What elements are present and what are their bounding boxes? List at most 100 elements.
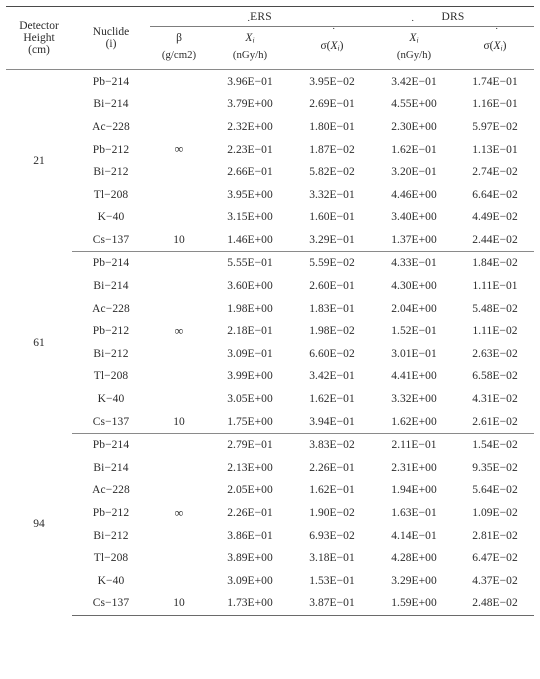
beta-value xyxy=(150,433,208,456)
nuclide-name: Bi−212 xyxy=(93,166,129,179)
beta-value xyxy=(150,252,208,275)
drs-dose-rate-value: 1.59E+00 xyxy=(372,592,456,616)
beta-value: ∞ xyxy=(174,323,184,338)
beta-value xyxy=(150,570,208,593)
beta-symbol: β xyxy=(176,32,182,44)
drs-rate-variable: X xyxy=(409,32,417,44)
drs-sigma-value: 1.13E−01 xyxy=(472,143,518,156)
ers-dose-rate-value: 5.55E−01 xyxy=(227,257,273,270)
ers-sigma-prefix: σ( xyxy=(320,40,331,53)
table-row: Cs−137 10 1.46E+00 3.29E−01 1.37E+00 2.44E−02 xyxy=(6,228,535,253)
drs-sigma-value: 4.49E−02 xyxy=(472,211,518,224)
ers-rate-symbol: ˙ Xi xyxy=(245,18,255,45)
ers-rate-variable: X xyxy=(245,32,253,44)
beta-value xyxy=(150,524,208,547)
beta-value xyxy=(150,365,208,388)
ers-dose-rate-value: 2.66E−01 xyxy=(227,166,273,179)
drs-rate-symbol: ˙ Xi xyxy=(409,18,419,45)
column-header-nuclide: Nuclide (i) xyxy=(72,7,150,70)
beta-value: 10 xyxy=(150,228,208,253)
drs-dose-rate-value: 3.29E+00 xyxy=(391,574,437,587)
nuclide-name: Bi−214 xyxy=(93,98,129,111)
column-header-ers-dose-rate: ˙ Xi (nGy/h) xyxy=(208,18,292,70)
table-row: Bi−214 2.13E+00 2.26E−01 2.31E+00 9.35E−02 xyxy=(6,457,534,480)
beta-value xyxy=(150,206,208,229)
table-row: Tl−208 3.99E+00 3.42E−01 4.41E+00 6.58E−02 xyxy=(6,365,534,388)
ers-sigma-value: 1.83E−01 xyxy=(309,302,355,315)
ers-sigma-value: 3.32E−01 xyxy=(309,188,355,201)
ers-sigma-value: 1.87E−02 xyxy=(309,143,355,156)
drs-sigma-variable: X xyxy=(493,40,501,53)
table-row: 94 Pb−214 2.79E−01 3.83E−02 2.11E−01 1.54E−02 xyxy=(6,433,534,530)
table-row: Tl−208 3.89E+00 3.18E−01 4.28E+00 6.47E−02 xyxy=(6,547,534,570)
drs-dose-rate-value: 4.55E+00 xyxy=(391,98,437,111)
drs-sigma-value: 1.11E−01 xyxy=(472,280,518,293)
ers-dose-rate-value: 1.73E+00 xyxy=(208,592,292,616)
drs-dose-rate-value: 2.30E+00 xyxy=(391,120,437,133)
beta-value: 10 xyxy=(150,410,208,434)
ers-dose-rate-value: 2.32E+00 xyxy=(227,120,273,133)
ers-sigma-value: 6.60E−02 xyxy=(309,347,355,360)
detector-height-value: 61 xyxy=(33,336,45,349)
ers-dose-rate-value: 1.75E+00 xyxy=(208,410,292,434)
nuclide-name: Bi−214 xyxy=(93,461,129,474)
drs-dose-rate-value: 1.63E−01 xyxy=(391,507,437,520)
column-header-drs-dose-rate: ˙ Xi (nGy/h) xyxy=(372,18,456,70)
ers-sigma-value: 1.80E−01 xyxy=(309,120,355,133)
ers-dose-rate-value: 2.26E−01 xyxy=(227,507,273,520)
column-group-header-ers: ERS xyxy=(150,6,372,27)
drs-dose-rate-value: 4.28E+00 xyxy=(391,552,437,565)
table-row: Tl−208 3.95E+00 3.32E−01 4.46E+00 6.64E−02 xyxy=(6,183,534,206)
ers-sigma-value: 3.94E−01 xyxy=(292,410,372,434)
table-row: 61 Pb−214 5.55E−01 5.59E−02 4.33E−01 1.84E−02 xyxy=(6,252,534,348)
beta-value xyxy=(150,116,208,139)
drs-sigma-value: 2.44E−02 xyxy=(456,228,535,253)
drs-sigma-value: 1.09E−02 xyxy=(472,507,518,520)
detector-height-value: 21 xyxy=(33,155,45,168)
drs-sigma-expression: σ(˙ Xi) xyxy=(483,26,507,53)
table-header: Detector Height (cm) Nuclide (i) ERS DRS… xyxy=(6,6,535,70)
drs-sigma-value: 9.35E−02 xyxy=(472,461,518,474)
ers-sigma-value: 2.26E−01 xyxy=(309,461,355,474)
ers-sigma-value: 5.82E−02 xyxy=(309,166,355,179)
ers-sigma-value: 2.69E−01 xyxy=(309,98,355,111)
nuclide-name: Tl−208 xyxy=(93,552,129,565)
nuclide-line-2: (i) xyxy=(105,38,117,51)
column-header-drs-sigma: σ(˙ Xi) xyxy=(456,27,534,70)
ers-dose-rate-value: 3.09E+00 xyxy=(227,574,273,587)
ers-dose-rate-value: 2.18E−01 xyxy=(227,325,273,338)
ers-dose-rate-value: 3.05E+00 xyxy=(227,393,273,406)
drs-sigma-value: 5.48E−02 xyxy=(472,302,518,315)
ers-dose-rate-value: 2.79E−01 xyxy=(227,439,273,452)
beta-unit: (g/cm2) xyxy=(161,49,197,62)
drs-dose-rate-value: 1.62E−01 xyxy=(391,143,437,156)
ers-sigma-value: 3.42E−01 xyxy=(309,370,355,383)
header-group-row: Detector Height (cm) Nuclide (i) ERS DRS xyxy=(6,6,535,56)
ers-rate-unit: (nGy/h) xyxy=(232,49,268,62)
detector-height-line-2: Height xyxy=(23,32,55,45)
drs-sigma-value: 1.84E−02 xyxy=(472,257,518,270)
ers-sigma-value: 1.98E−02 xyxy=(309,325,355,338)
drs-dose-rate-value: 2.11E−01 xyxy=(391,439,437,452)
ers-sigma-value: 1.62E−01 xyxy=(309,484,355,497)
drs-sigma-value: 6.47E−02 xyxy=(472,552,518,565)
table-row: Cs−137 10 1.73E+00 3.87E−01 1.59E+00 2.48E−02 xyxy=(6,592,535,616)
drs-dose-rate-value: 1.62E+00 xyxy=(372,410,456,434)
drs-dose-rate-value: 4.30E+00 xyxy=(391,280,437,293)
ers-sigma-value: 3.29E−01 xyxy=(292,228,372,253)
drs-rate-subscript: i xyxy=(416,35,419,45)
nuclide-name: K−40 xyxy=(97,574,125,587)
drs-sigma-value: 5.97E−02 xyxy=(472,120,518,133)
drs-sigma-value: 1.11E−02 xyxy=(472,325,518,338)
ers-dose-rate-value: 3.96E−01 xyxy=(227,75,273,88)
table-row: Pb−212 ∞ 2.23E−01 1.87E−02 1.62E−01 1.13E−01 xyxy=(6,138,534,161)
table-row: Bi−214 3.60E+00 2.60E−01 4.30E+00 1.11E−01 xyxy=(6,275,534,298)
drs-dose-rate-value: 1.37E+00 xyxy=(372,228,456,253)
beta-value xyxy=(150,388,208,411)
table-row: Ac−228 1.98E+00 1.83E−01 2.04E+00 5.48E−02 xyxy=(6,297,534,320)
table-body: 21 Pb−214 3.96E−01 3.95E−02 3.42E−01 1.74E−01… xyxy=(6,70,535,616)
nuclide-name: Pb−212 xyxy=(92,325,130,338)
nuclide-name: Cs−137 xyxy=(72,228,150,253)
nuclide-name: Pb−212 xyxy=(92,143,130,156)
ers-dose-rate-value: 3.15E+00 xyxy=(227,211,273,224)
